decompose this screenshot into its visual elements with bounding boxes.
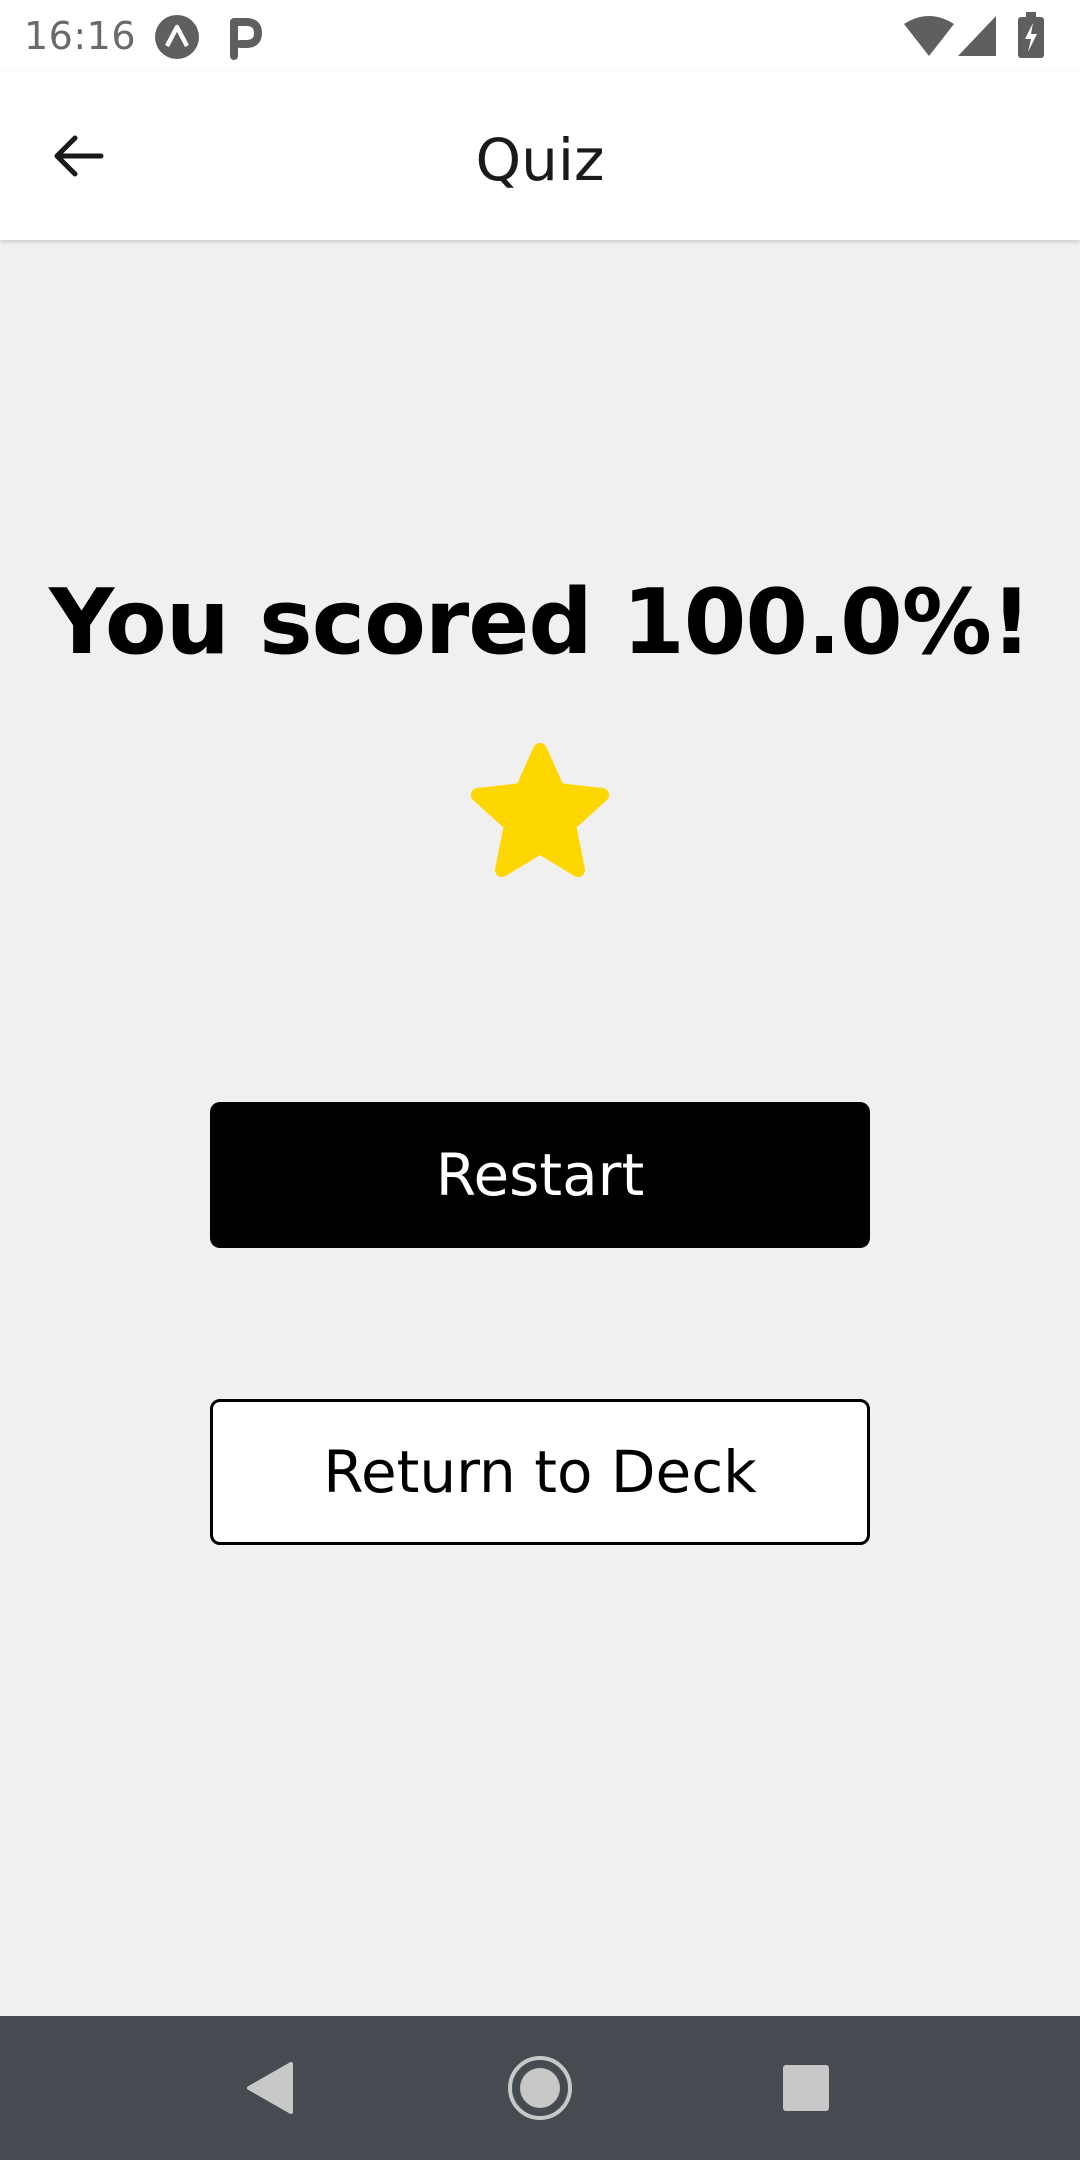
star-icon bbox=[466, 740, 614, 888]
nav-home-icon[interactable] bbox=[504, 2052, 576, 2124]
signal-icon bbox=[958, 16, 996, 61]
app-bar: Quiz bbox=[0, 72, 1080, 240]
nav-back-icon[interactable] bbox=[234, 2052, 306, 2124]
system-nav-bar bbox=[0, 2016, 1080, 2160]
wifi-icon bbox=[904, 16, 954, 61]
status-bar: 16:16 bbox=[0, 0, 1080, 72]
return-to-deck-button[interactable]: Return to Deck bbox=[210, 1399, 870, 1545]
page-title: Quiz bbox=[475, 126, 605, 194]
status-time: 16:16 bbox=[24, 14, 137, 58]
score-text: You scored 100.0%! bbox=[49, 570, 1032, 675]
expo-icon bbox=[154, 14, 200, 65]
nav-recents-icon[interactable] bbox=[770, 2052, 842, 2124]
restart-button[interactable]: Restart bbox=[210, 1102, 870, 1248]
battery-charging-icon bbox=[1018, 12, 1044, 63]
parking-icon bbox=[226, 14, 266, 65]
